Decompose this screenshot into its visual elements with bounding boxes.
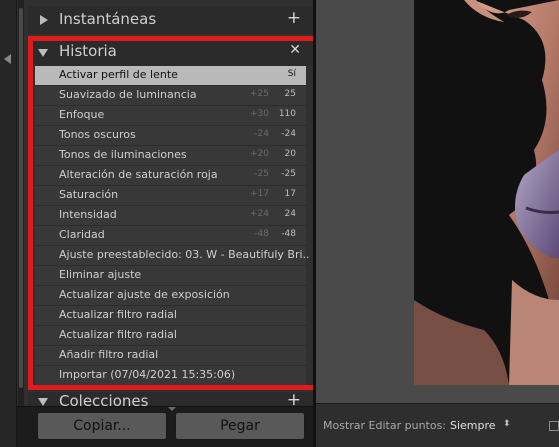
- edit-points-label: Mostrar Editar puntos:: [323, 419, 447, 432]
- add-collection-plus-icon[interactable]: +: [287, 392, 301, 406]
- scrollbar-thumb[interactable]: [19, 8, 23, 388]
- chevron-down-icon[interactable]: ⬍: [503, 419, 511, 429]
- left-panel-toggle[interactable]: [0, 0, 17, 447]
- add-snapshot-plus-icon[interactable]: +: [287, 8, 301, 28]
- copy-button[interactable]: Copiar...: [37, 412, 167, 440]
- collections-header[interactable]: Colecciones +: [28, 392, 313, 406]
- copy-paste-bar: Copiar... Pegar: [17, 406, 313, 447]
- checkbox[interactable]: [549, 421, 559, 431]
- snapshots-header[interactable]: Instantáneas +: [28, 6, 313, 34]
- chevron-left-icon: [4, 54, 11, 64]
- panel-scrollbar[interactable]: [18, 0, 24, 447]
- triangle-right-icon: [40, 15, 48, 25]
- paste-button[interactable]: Pegar: [175, 412, 305, 440]
- bottom-toolbar: Mostrar Editar puntos: Siempre ⬍: [316, 403, 559, 447]
- collections-title: Colecciones: [59, 392, 149, 406]
- edit-points-select[interactable]: Siempre: [450, 419, 496, 432]
- portrait-image: [414, 0, 559, 385]
- snapshots-title: Instantáneas: [59, 10, 157, 28]
- triangle-down-icon: [168, 407, 176, 411]
- photo-preview: [414, 0, 559, 385]
- highlight-box: [28, 36, 319, 390]
- triangle-down-icon: [38, 398, 48, 406]
